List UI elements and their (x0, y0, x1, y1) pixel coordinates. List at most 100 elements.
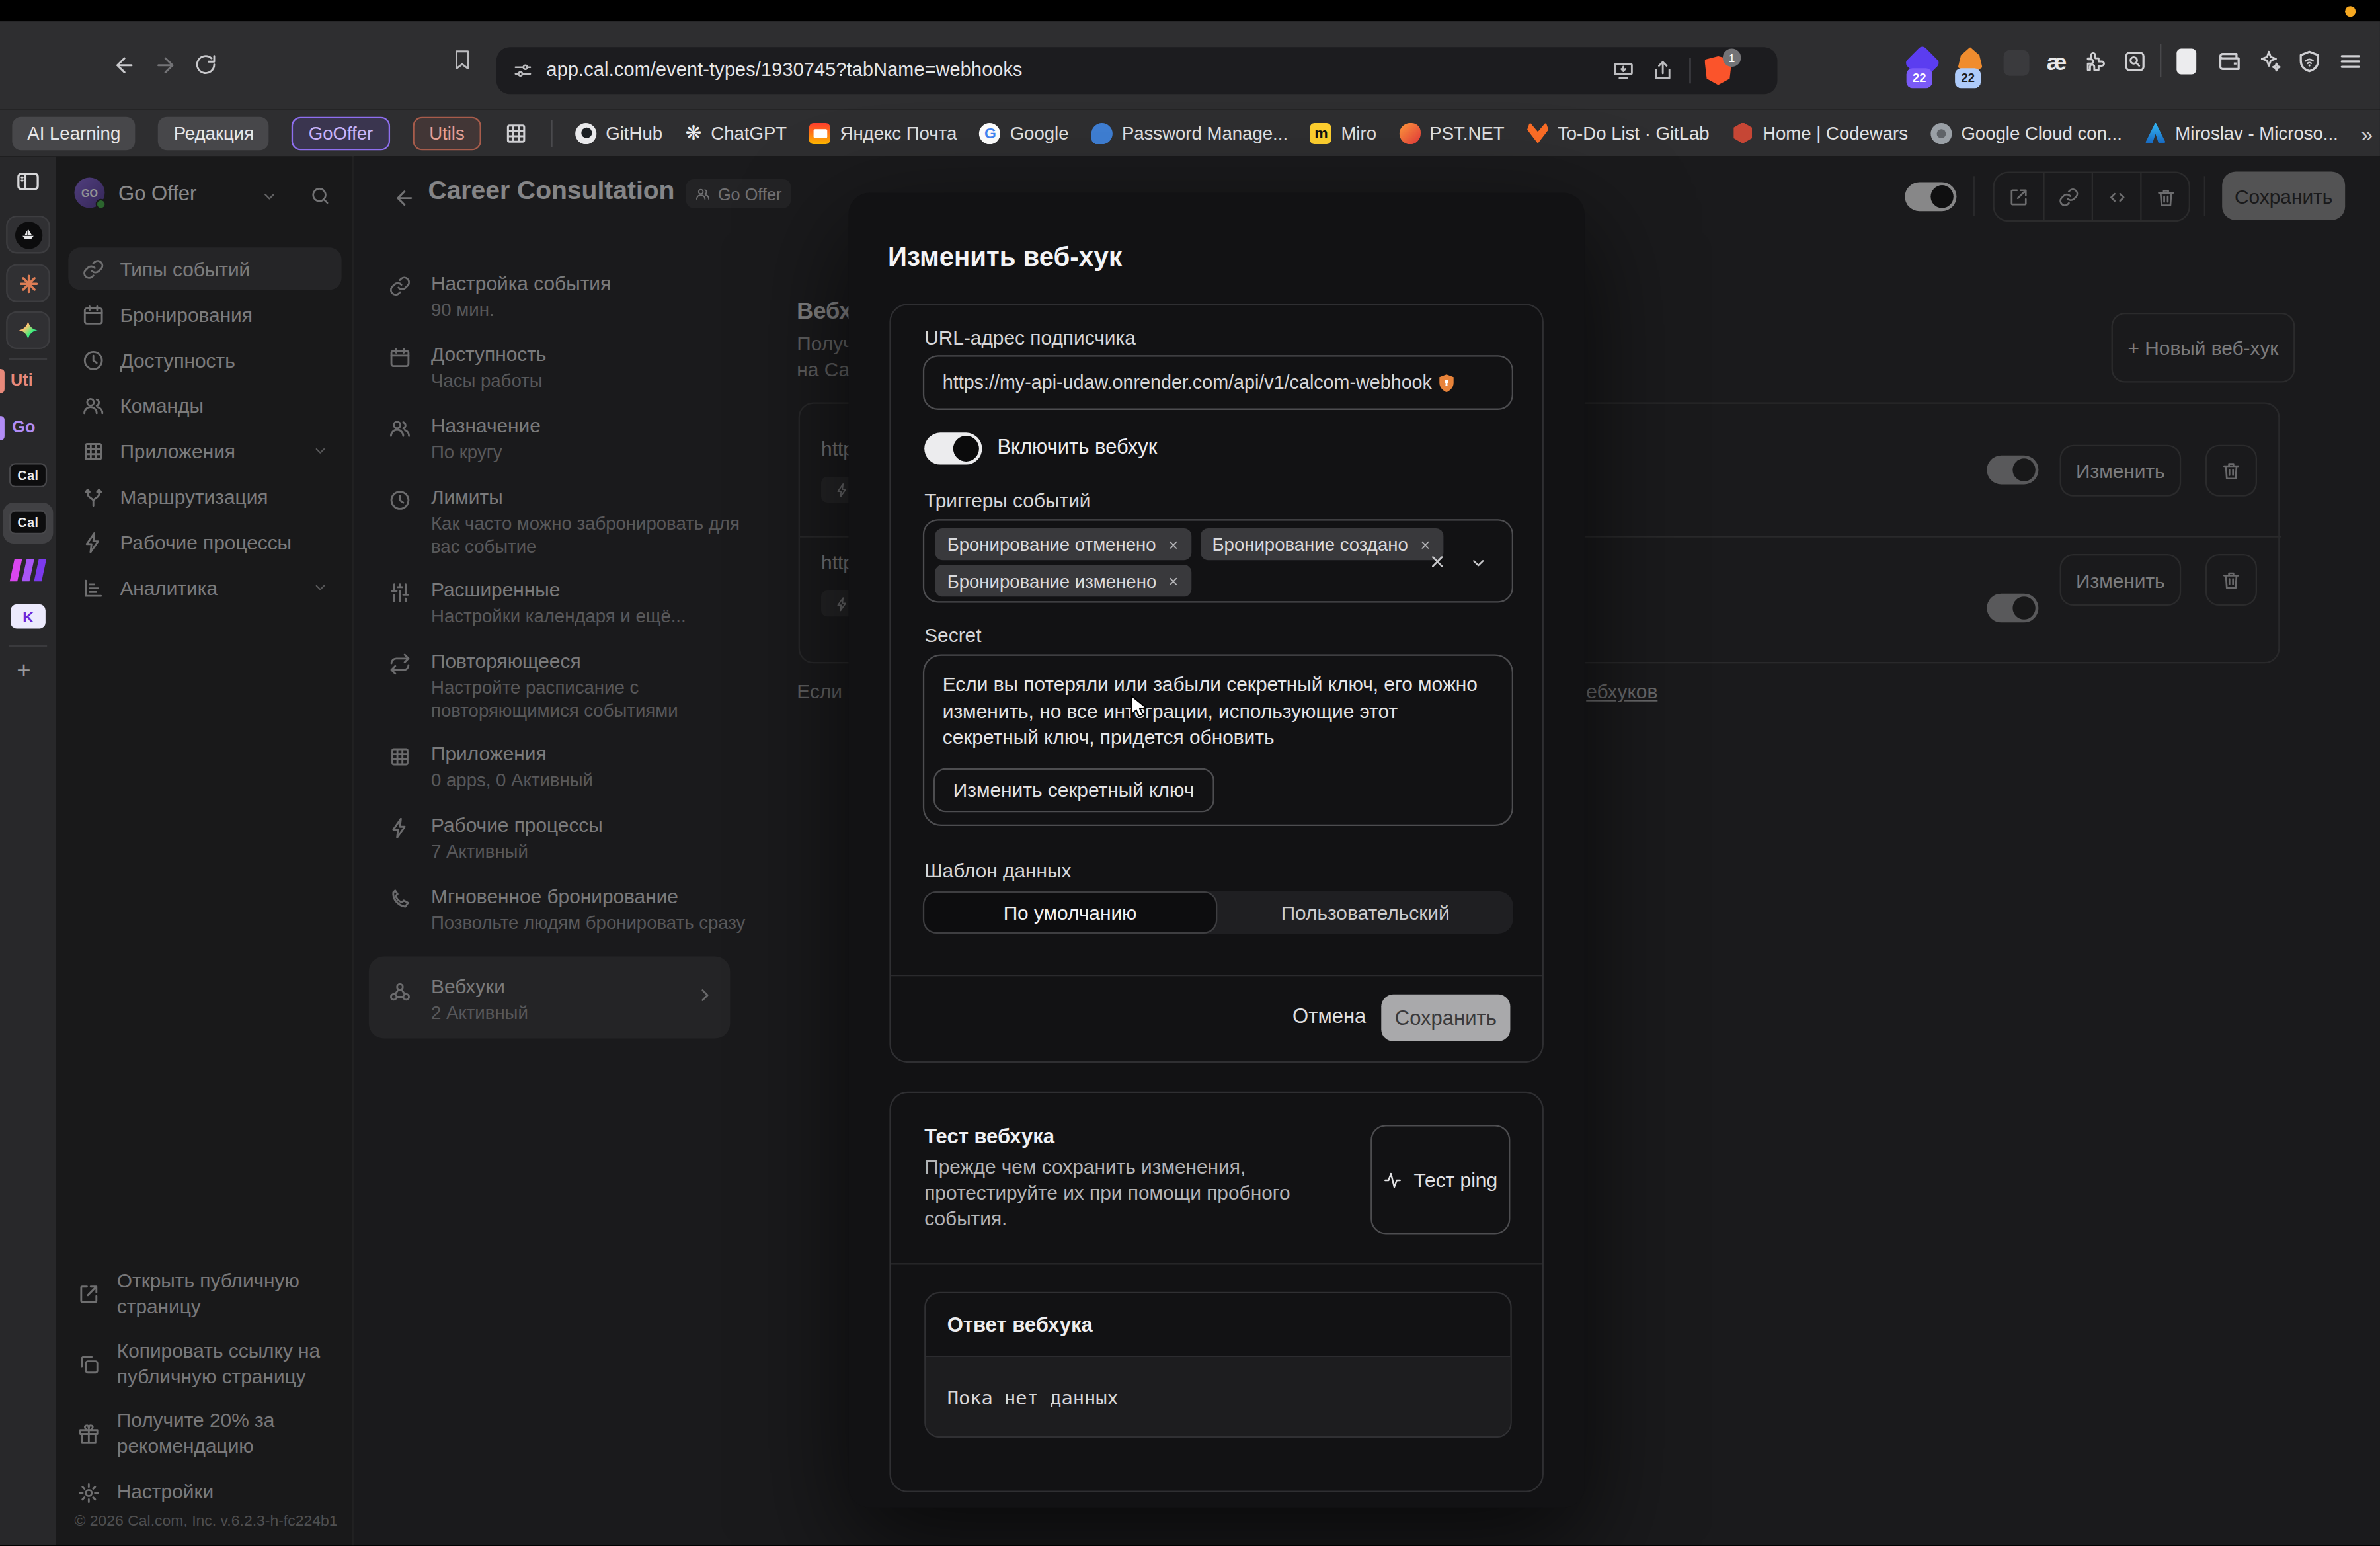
bookmark-icon[interactable] (451, 48, 473, 71)
bookmark-gitlab[interactable]: To-Do List · GitLab (1527, 122, 1710, 143)
address-bar[interactable]: app.cal.com/event-types/1930745?tabName=… (496, 47, 1778, 94)
edit-webhook-dialog: Изменить веб-хук URL-адрес подписчика ht… (848, 193, 1585, 1508)
tab-miro-icon[interactable] (11, 559, 46, 581)
test-ping-button[interactable]: Тест ping (1370, 1125, 1510, 1234)
search-box-icon[interactable] (2122, 48, 2148, 74)
bookmark-github[interactable]: GitHub (575, 122, 662, 143)
clear-all-icon[interactable] (1428, 553, 1447, 571)
secret-box: Если вы потеряли или забыли секретный кл… (923, 655, 1513, 826)
response-empty-text: Пока нет данных (947, 1386, 1119, 1408)
bookmark-folder-redakciya[interactable]: Редакция (159, 116, 269, 150)
extension-ae-icon[interactable]: æ (2042, 48, 2072, 75)
triggers-label: Триггеры событий (924, 489, 1090, 511)
bookmark-chatgpt[interactable]: ❋ChatGPT (685, 122, 787, 144)
response-title: Ответ вебхука (947, 1313, 1093, 1336)
menu-icon[interactable] (2338, 48, 2363, 74)
save-button[interactable]: Сохранить (1381, 995, 1510, 1041)
divider (891, 975, 1542, 976)
save-device-icon[interactable] (1612, 60, 1634, 82)
tab-gemini-icon[interactable] (6, 311, 50, 349)
webhook-response-panel: Ответ вебхука Пока нет данных (924, 1292, 1512, 1438)
browser-toolbar: app.cal.com/event-types/1930745?tabName=… (0, 21, 2380, 109)
bookmark-microsoft[interactable]: Miroslav - Microso... (2145, 122, 2338, 143)
test-title: Тест вебхука (924, 1125, 1054, 1147)
bookmarks-bar: AI Learning Редакция GoOffer Utils GitHu… (0, 109, 2380, 156)
puzzle-extensions-icon[interactable] (2082, 48, 2108, 74)
tab-cal-1[interactable]: Cal (9, 463, 47, 487)
tab-indicator-utils (0, 369, 5, 393)
payload-template-segmented: По умолчанию Пользовательский (923, 891, 1513, 934)
tab-boat-icon[interactable] (6, 216, 50, 253)
test-webhook-panel: Тест вебхука Прежде чем сохранить измене… (889, 1092, 1544, 1492)
bookmark-pstnet[interactable]: PST.NET (1399, 122, 1504, 143)
divider (9, 358, 47, 360)
payload-template-label: Шаблон данных (924, 859, 1071, 881)
divider (1689, 58, 1690, 83)
menu-bar (0, 0, 2380, 21)
enable-webhook-toggle[interactable] (924, 432, 982, 464)
tab-cal-2[interactable]: Cal (9, 510, 47, 534)
site-settings-icon[interactable] (513, 61, 533, 81)
bookmark-folder-utils[interactable]: Utils (413, 116, 481, 150)
remove-icon[interactable] (1167, 575, 1179, 587)
brave-badge: 1 (1723, 48, 1741, 67)
response-body: Пока нет данных (926, 1358, 1511, 1438)
bookmark-password-manager[interactable]: Password Manage... (1091, 122, 1288, 143)
screen: app.cal.com/event-types/1930745?tabName=… (0, 0, 2380, 1546)
dialog-title: Изменить веб-хук (888, 241, 1122, 273)
secret-label: Secret (924, 624, 981, 647)
bookmark-codewars[interactable]: Home | Codewars (1732, 122, 1908, 143)
wallet-icon[interactable] (2216, 48, 2242, 74)
bookmarks-overflow-chevron[interactable]: » (2361, 121, 2373, 145)
vpn-shield-icon[interactable] (2297, 48, 2322, 74)
recording-indicator-dot (2345, 6, 2356, 17)
divider (551, 119, 553, 146)
bookmark-google[interactable]: GGoogle (980, 122, 1069, 143)
extension-badge-blue: 22 (1955, 68, 1981, 88)
bookmark-miro[interactable]: mMiro (1310, 122, 1376, 143)
trigger-chip[interactable]: Бронирование отменено (935, 528, 1191, 560)
tab-go[interactable]: Go (12, 417, 35, 436)
divider (2160, 44, 2161, 78)
forward-icon[interactable] (153, 53, 178, 77)
extension-dark-icon[interactable] (2004, 50, 2030, 76)
enable-webhook-label: Включить вебхук (997, 436, 1157, 458)
trigger-chip[interactable]: Бронирование создано (1200, 528, 1443, 560)
payload-custom-option[interactable]: Пользовательский (1217, 891, 1513, 934)
divider (891, 1263, 1542, 1264)
mouse-cursor (1127, 694, 1152, 719)
bookmark-folder-ai-learning[interactable]: AI Learning (12, 116, 136, 150)
tab-k-icon[interactable]: K (11, 604, 46, 629)
tab-starburst-icon[interactable] (6, 264, 50, 302)
change-secret-button[interactable]: Изменить секретный ключ (933, 768, 1214, 813)
bookmark-yandex-mail[interactable]: Яндекс Почта (810, 122, 957, 143)
tab-utils[interactable]: Uti (11, 370, 33, 389)
url-label: URL-адрес подписчика (924, 327, 1136, 349)
test-description: Прежде чем сохранить изменения, протести… (924, 1154, 1296, 1231)
sidebar-toggle-icon[interactable] (2176, 48, 2196, 74)
subscriber-url-input[interactable]: https://my-api-udaw.onrender.com/api/v1/… (923, 355, 1513, 410)
vertical-tab-strip: Uti Go Cal Cal K + (0, 156, 56, 1545)
reload-icon[interactable] (194, 53, 217, 75)
share-icon[interactable] (1651, 60, 1674, 82)
secret-description: Если вы потеряли или забыли секретный кл… (943, 671, 1492, 751)
bookmark-folder-gooffer[interactable]: GoOffer (292, 116, 389, 150)
triggers-multiselect[interactable]: Бронирование отменено Бронирование созда… (923, 519, 1513, 602)
sidebar-panel-icon[interactable] (14, 169, 43, 194)
trigger-chip[interactable]: Бронирование изменено (935, 565, 1191, 596)
divider (9, 645, 47, 647)
chevron-down-icon[interactable] (1469, 554, 1488, 573)
payload-default-option[interactable]: По умолчанию (923, 891, 1217, 934)
remove-icon[interactable] (1167, 538, 1179, 550)
back-icon[interactable] (112, 53, 137, 77)
cancel-button[interactable]: Отмена (1292, 1005, 1366, 1028)
url-text[interactable]: app.cal.com/event-types/1930745?tabName=… (547, 60, 1023, 81)
new-tab-plus[interactable]: + (17, 657, 30, 684)
tab-indicator-go (0, 416, 5, 440)
leo-sparkle-icon[interactable] (2257, 48, 2283, 74)
bookmark-google-cloud[interactable]: Google Cloud con... (1930, 122, 2122, 143)
apps-grid-icon[interactable] (504, 121, 528, 145)
remove-icon[interactable] (1419, 538, 1431, 550)
shield-lock-icon (1437, 371, 1458, 393)
webhook-form-panel: URL-адрес подписчика https://my-api-udaw… (889, 304, 1544, 1063)
